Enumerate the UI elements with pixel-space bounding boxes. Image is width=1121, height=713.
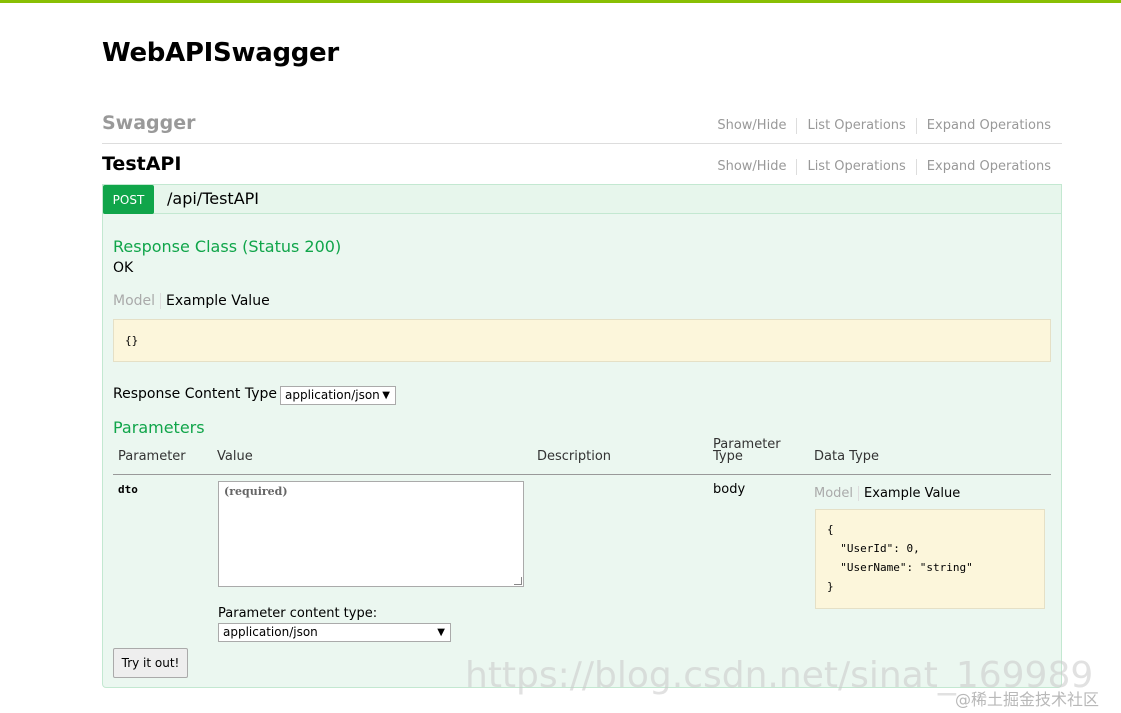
header-divider	[113, 474, 1051, 475]
datatype-model-switch: Model Example Value	[814, 486, 960, 501]
response-content-type-label: Response Content Type	[113, 386, 277, 402]
param-content-type-value: application/json	[223, 625, 318, 639]
dropdown-arrow-icon: ▼	[382, 390, 390, 401]
top-accent-bar	[0, 0, 1121, 3]
model-tab[interactable]: Model	[814, 486, 860, 501]
example-value-tab[interactable]: Example Value	[161, 293, 270, 309]
header-parameter: Parameter	[118, 449, 186, 464]
resource-ops-swagger: Show/Hide List Operations Expand Operati…	[717, 118, 1051, 134]
operation-heading[interactable]: POST /api/TestAPI	[103, 185, 1061, 214]
expand-operations-link[interactable]: Expand Operations	[915, 159, 1051, 175]
response-example-block: {}	[113, 319, 1051, 362]
param-content-type-select[interactable]: application/json ▼	[218, 623, 451, 642]
header-parameter-type: Parameter Type	[713, 438, 781, 464]
response-class-title: Response Class (Status 200)	[113, 237, 342, 256]
parameters-title: Parameters	[113, 418, 205, 437]
param-example-block[interactable]: { "UserId": 0, "UserName": "string" }	[815, 509, 1045, 609]
param-content-type-label: Parameter content type:	[218, 606, 378, 621]
header-data-type: Data Type	[814, 449, 880, 464]
watermark-site: @稀土掘金技术社区	[955, 690, 1100, 709]
response-content-type-select[interactable]: application/json ▼	[280, 386, 396, 405]
header-description: Description	[537, 449, 612, 464]
response-class-value: OK	[113, 260, 134, 276]
response-model-switch: Model Example Value	[113, 293, 270, 309]
header-parameter-type-line2: Type	[713, 449, 743, 464]
response-example-code: {}	[125, 334, 139, 347]
resize-handle-icon[interactable]	[514, 577, 522, 585]
resource-name-swagger[interactable]: Swagger	[102, 112, 196, 134]
operation-path[interactable]: /api/TestAPI	[167, 189, 259, 208]
list-operations-link[interactable]: List Operations	[796, 159, 915, 175]
resource-name-testapi[interactable]: TestAPI	[102, 153, 181, 175]
operation-panel: POST /api/TestAPI Response Class (Status…	[102, 184, 1062, 688]
show-hide-link[interactable]: Show/Hide	[717, 159, 796, 175]
param-example-code: { "UserId": 0, "UserName": "string" }	[827, 523, 973, 593]
param-value-placeholder: (required)	[224, 485, 288, 498]
param-name: dto	[118, 483, 138, 496]
try-it-out-button[interactable]: Try it out!	[113, 648, 188, 678]
http-method-badge[interactable]: POST	[103, 185, 154, 214]
app-title: WebAPISwagger	[102, 38, 339, 68]
param-type: body	[713, 482, 746, 497]
header-value: Value	[217, 449, 253, 464]
example-value-tab[interactable]: Example Value	[859, 486, 960, 501]
expand-operations-link[interactable]: Expand Operations	[915, 118, 1051, 134]
resource-swagger: Swagger Show/Hide List Operations Expand…	[102, 104, 1062, 144]
list-operations-link[interactable]: List Operations	[796, 118, 915, 134]
resource-ops-testapi: Show/Hide List Operations Expand Operati…	[717, 159, 1051, 175]
response-content-type-value: application/json	[285, 388, 380, 402]
param-value-textarea[interactable]: (required)	[218, 481, 524, 587]
dropdown-arrow-icon: ▼	[437, 627, 445, 638]
resource-testapi: TestAPI Show/Hide List Operations Expand…	[102, 145, 1062, 185]
model-tab[interactable]: Model	[113, 293, 162, 309]
show-hide-link[interactable]: Show/Hide	[717, 118, 796, 134]
